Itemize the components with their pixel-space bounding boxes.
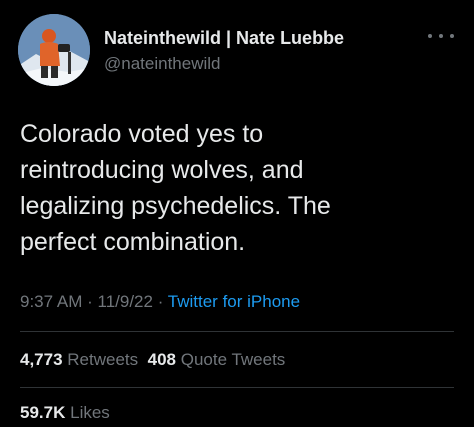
tweet-text: Colorado voted yes to reintroducing wolv…	[20, 116, 460, 260]
tweet-date[interactable]: 11/9/22	[98, 292, 153, 311]
engagement-stats: 4,773 Retweets 408 Quote Tweets	[20, 350, 285, 370]
quote-tweets-label: Quote Tweets	[180, 350, 286, 369]
tweet-text-line: perfect combination.	[20, 228, 246, 256]
retweets-stat[interactable]: 4,773 Retweets	[20, 350, 138, 369]
retweets-label: Retweets	[67, 350, 139, 369]
quote-tweets-count: 408	[147, 350, 176, 369]
divider	[20, 387, 454, 388]
retweets-count: 4,773	[20, 350, 63, 369]
tweet-text-line: Colorado voted yes to	[20, 120, 264, 148]
dot	[428, 34, 432, 38]
tweet-meta: 9:37 AM · 11/9/22 · Twitter for iPhone	[20, 292, 300, 312]
author-handle[interactable]: @nateinthewild	[104, 54, 221, 74]
profile-photo-icon	[18, 14, 90, 86]
tweet-text-line: legalizing psychedelics. The	[20, 192, 331, 220]
avatar[interactable]	[18, 14, 90, 86]
likes-count: 59.7K	[20, 403, 66, 422]
tweet-time[interactable]: 9:37 AM	[20, 292, 82, 311]
dot	[450, 34, 454, 38]
tweet-source-link[interactable]: Twitter for iPhone	[168, 292, 300, 311]
likes-label: Likes	[70, 403, 110, 422]
author-display-name[interactable]: Nateinthewild | Nate Luebbe	[104, 28, 344, 49]
meta-separator: ·	[87, 292, 98, 311]
meta-separator: ·	[157, 292, 168, 311]
tweet: Nateinthewild | Nate Luebbe @nateinthewi…	[0, 0, 474, 427]
divider	[20, 331, 454, 332]
more-options-icon[interactable]	[428, 28, 454, 44]
likes-stat[interactable]: 59.7K Likes	[20, 403, 110, 422]
tweet-text-line: reintroducing wolves, and	[20, 156, 304, 184]
likes-stats: 59.7K Likes	[20, 403, 110, 423]
quote-tweets-stat[interactable]: 408 Quote Tweets	[148, 350, 286, 369]
dot	[439, 34, 443, 38]
